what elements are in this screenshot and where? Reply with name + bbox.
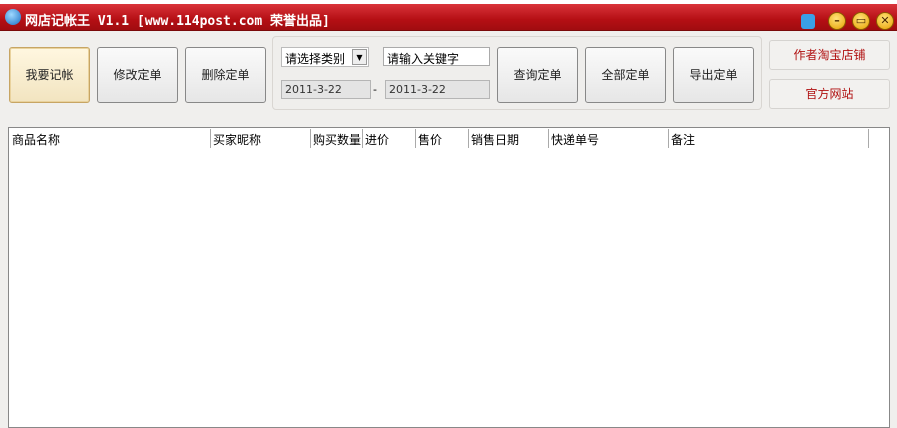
maximize-button[interactable]: ▭ [852, 12, 870, 30]
add-record-button[interactable]: 我要记帐 [9, 47, 90, 103]
all-orders-button[interactable]: 全部定单 [585, 47, 666, 103]
column-header[interactable]: 进价 [363, 129, 416, 148]
date-to-field[interactable]: 2011-3-22 [385, 80, 490, 99]
close-button[interactable]: ✕ [876, 12, 894, 30]
column-header[interactable]: 商品名称 [10, 129, 211, 148]
column-header[interactable]: 售价 [416, 129, 469, 148]
export-orders-button[interactable]: 导出定单 [673, 47, 754, 103]
column-header[interactable]: 快递单号 [549, 129, 669, 148]
delete-order-button[interactable]: 删除定单 [185, 47, 266, 103]
title-bar: 网店记帐王 V1.1 [www.114post.com 荣誉出品] – ▭ ✕ [0, 4, 897, 31]
keyword-input[interactable]: 请输入关键字 [383, 47, 490, 66]
orders-table: 商品名称 买家昵称 购买数量 进价 售价 销售日期 快递单号 备注 [8, 127, 890, 428]
query-order-button[interactable]: 查询定单 [497, 47, 578, 103]
table-header: 商品名称 买家昵称 购买数量 进价 售价 销售日期 快递单号 备注 [10, 129, 869, 148]
column-header[interactable]: 买家昵称 [211, 129, 311, 148]
column-header[interactable]: 备注 [669, 129, 869, 148]
column-header[interactable]: 销售日期 [469, 129, 549, 148]
app-icon [5, 9, 21, 25]
column-header[interactable]: 购买数量 [311, 129, 363, 148]
window-title: 网店记帐王 V1.1 [www.114post.com 荣誉出品] [25, 14, 330, 29]
skin-shirt-icon[interactable] [801, 14, 815, 29]
minimize-button[interactable]: – [828, 12, 846, 30]
author-shop-link[interactable]: 作者淘宝店铺 [769, 40, 890, 70]
edit-order-button[interactable]: 修改定单 [97, 47, 178, 103]
category-select[interactable]: 请选择类别 ▼ [281, 47, 369, 67]
date-separator: - [373, 83, 377, 96]
date-from-field[interactable]: 2011-3-22 [281, 80, 371, 99]
category-value: 请选择类别 [285, 52, 346, 66]
chevron-down-icon[interactable]: ▼ [352, 49, 367, 65]
official-site-link[interactable]: 官方网站 [769, 79, 890, 109]
